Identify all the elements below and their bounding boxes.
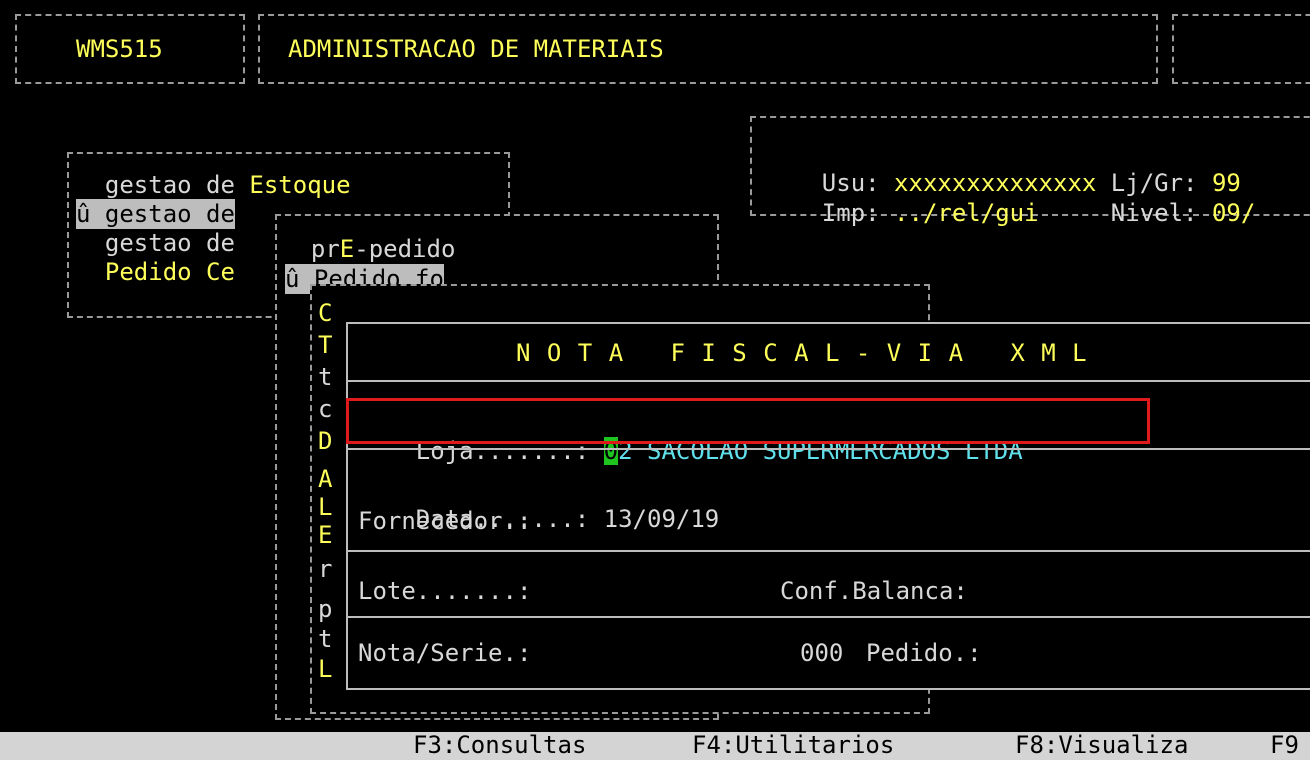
menu-letter: E	[318, 521, 333, 549]
title-divider	[348, 380, 1310, 382]
right-header-box	[1172, 14, 1310, 84]
main-menu-item-estoque[interactable]: gestao de Estoque	[76, 170, 351, 200]
data-field[interactable]: Data.......: 13/09/19	[358, 474, 719, 533]
function-key-bar: F3:Consultas F4:Utilitarios F8:Visualiza…	[0, 732, 1310, 760]
sub-menu-item-pre-pedido[interactable]: prE-pedido	[282, 234, 456, 264]
printer-path: ../rel/gui	[894, 199, 1039, 227]
terminal-screen: WMS515 ADMINISTRACAO DE MATERIAIS Usu: x…	[0, 0, 1310, 740]
f9-key[interactable]: F9	[1270, 732, 1299, 760]
menu-letter: p	[318, 595, 333, 623]
f8-visualiza-key[interactable]: F8:Visualiza	[1015, 732, 1188, 760]
main-menu-item-3[interactable]: gestao de	[76, 228, 235, 258]
data-value: 13/09/19	[603, 505, 720, 533]
lote-field[interactable]: Lote.......:	[358, 576, 531, 606]
conf-balanca-field[interactable]: Conf.Balanca:	[780, 576, 968, 606]
menu-letter: A	[318, 465, 333, 493]
menu-letter: c	[318, 395, 333, 423]
menu-letter: r	[318, 555, 333, 583]
nota-serie-value: 000	[800, 639, 844, 667]
pedido-field[interactable]: Pedido.:	[866, 638, 982, 668]
user-level: 09/	[1211, 199, 1256, 227]
menu-letter: D	[318, 427, 333, 455]
menu-letter: T	[318, 331, 333, 359]
f4-utilitarios-key[interactable]: F4:Utilitarios	[692, 732, 894, 760]
menu-letter: t	[318, 363, 333, 391]
loja-highlight-box	[346, 398, 1150, 444]
app-title: ADMINISTRACAO DE MATERIAIS	[288, 35, 664, 63]
fornecedor-divider	[348, 550, 1310, 552]
menu-letter: t	[318, 625, 333, 653]
program-code: WMS515	[76, 35, 163, 63]
menu-letter: L	[318, 655, 333, 683]
printer-line: Imp: ../rel/gui Nivel: 09/	[821, 199, 1256, 227]
menu-letter: C	[318, 299, 333, 327]
main-menu-item-pedido[interactable]: Pedido Ce	[76, 257, 235, 287]
lote-divider	[348, 616, 1310, 618]
f3-consultas-key[interactable]: F3:Consultas	[413, 732, 586, 760]
fornecedor-field[interactable]: Fornecedor.:	[358, 506, 531, 536]
dialog-title: N O T A F I S C A L - V I A X M L	[516, 339, 1088, 367]
loja-divider	[348, 448, 1310, 450]
user-line: Usu: xxxxxxxxxxxxxx Lj/Gr: 99	[821, 169, 1241, 197]
main-menu-item-selected[interactable]: û gestao de	[76, 199, 235, 229]
nota-serie-field[interactable]: Nota/Serie.:	[358, 638, 531, 668]
menu-letter: L	[318, 493, 333, 521]
